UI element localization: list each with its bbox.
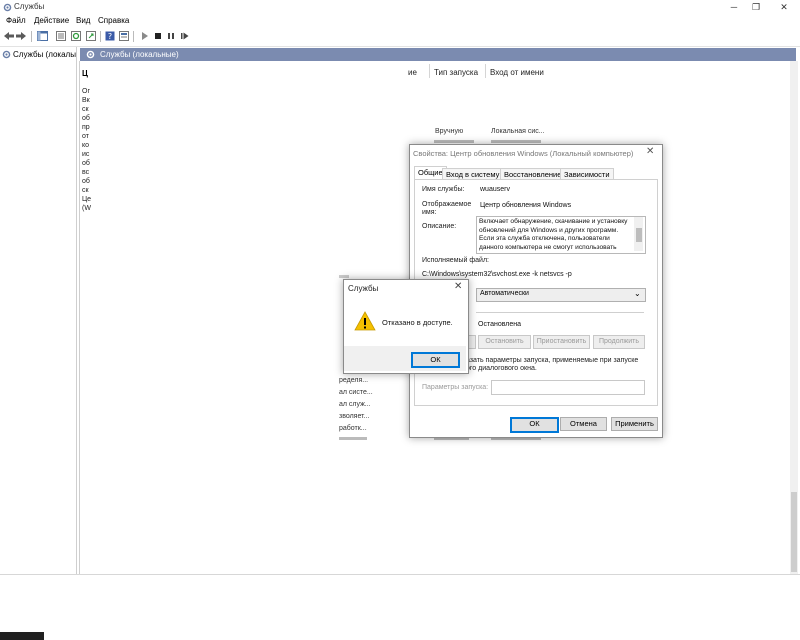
- properties-dialog-title: Свойства: Центр обновления Windows (Лока…: [413, 149, 634, 158]
- desc-fragment[interactable]: ал служ...: [339, 401, 371, 408]
- close-button[interactable]: ✕: [777, 1, 791, 13]
- desc-line: об: [82, 178, 90, 185]
- cancel-button[interactable]: Отмена: [560, 417, 607, 431]
- export-icon[interactable]: [85, 30, 97, 42]
- status-bar-divider: [0, 574, 800, 575]
- toolbar-separator: [31, 31, 32, 42]
- svg-text:?: ?: [108, 32, 112, 41]
- error-dialog-title: Службы: [348, 284, 379, 293]
- menu-help[interactable]: Справка: [98, 16, 129, 25]
- ok-button[interactable]: ОК: [510, 417, 559, 433]
- hidden-row-fragment: [491, 140, 541, 143]
- help-icon[interactable]: ?: [104, 30, 116, 42]
- description-scrollbar-thumb[interactable]: [636, 228, 642, 242]
- tree-item-label: Службы (локалы: [13, 49, 76, 59]
- desc-line: Вк: [82, 97, 90, 104]
- start-params-label: Параметры запуска:: [422, 384, 489, 391]
- tree-item-services-local[interactable]: Службы (локалы: [2, 48, 76, 60]
- display-name-label: имя:: [422, 209, 437, 216]
- back-arrow-icon[interactable]: [3, 30, 15, 42]
- error-ok-button[interactable]: ОК: [411, 352, 460, 368]
- error-close-button[interactable]: ✕: [454, 281, 462, 292]
- menu-view[interactable]: Вид: [76, 16, 90, 25]
- toolbar-separator: [100, 31, 101, 42]
- desc-fragment[interactable]: зволяет...: [339, 413, 369, 420]
- forward-arrow-icon[interactable]: [15, 30, 27, 42]
- maximize-button[interactable]: ❐: [749, 1, 763, 13]
- desc-line: Це: [82, 196, 92, 203]
- minimize-button[interactable]: ─: [727, 1, 741, 13]
- taskbar-fragment: [0, 632, 44, 640]
- desc-line: ск: [82, 187, 89, 194]
- toolbar-separator: [133, 31, 134, 42]
- description-text: Включает обнаружение, скачивание и устан…: [479, 218, 628, 251]
- column-header-description[interactable]: ие: [408, 68, 417, 77]
- menu-file[interactable]: Файл: [6, 16, 26, 25]
- services-gear-icon: [3, 3, 12, 12]
- warning-icon: [354, 311, 376, 331]
- description-label: Описание:: [422, 223, 457, 230]
- hidden-row-fragment: [339, 275, 349, 278]
- service-name-label: Имя службы:: [422, 186, 465, 193]
- menu-action[interactable]: Действие: [34, 16, 69, 25]
- desc-fragment[interactable]: работк...: [339, 425, 367, 432]
- column-header-startup-type[interactable]: Тип запуска: [434, 68, 478, 77]
- refresh-icon[interactable]: [70, 30, 82, 42]
- cell-startup-type[interactable]: Вручную: [435, 128, 463, 135]
- desc-fragment[interactable]: ределя...: [339, 377, 368, 384]
- desc-line: об: [82, 115, 90, 122]
- desc-line: (W: [82, 205, 91, 212]
- scrollbar-thumb[interactable]: [791, 492, 797, 572]
- divider: [476, 312, 644, 313]
- desc-line: Ог: [82, 88, 90, 95]
- desc-line: ск: [82, 106, 89, 113]
- chevron-down-icon: ⌄: [634, 289, 641, 298]
- error-message: Отказано в доступе.: [382, 318, 453, 327]
- start-params-hint: азать параметры запуска, применяемые при…: [466, 357, 639, 364]
- column-separator: [429, 64, 430, 78]
- start-params-hint: ого диалогового окна.: [466, 365, 537, 372]
- desc-line: пр: [82, 124, 90, 131]
- column-separator: [485, 64, 486, 78]
- hidden-row-fragment: [434, 140, 474, 143]
- desc-fragment[interactable]: ал систе...: [339, 389, 373, 396]
- panel-title: Службы (локальные): [100, 50, 179, 59]
- panel-header: [80, 48, 796, 61]
- service-status-value: Остановлена: [478, 321, 522, 328]
- services-gear-icon: [2, 50, 11, 58]
- display-name-value: Центр обновления Windows: [480, 202, 572, 209]
- start-params-input[interactable]: [491, 380, 645, 395]
- title-bar: [0, 0, 800, 14]
- display-name-label: Отображаемое: [422, 201, 472, 208]
- service-heading: Ц: [82, 69, 88, 78]
- stop-icon[interactable]: [152, 30, 164, 42]
- cell-logon-as[interactable]: Локальная сис...: [491, 128, 545, 135]
- list-icon[interactable]: [55, 30, 67, 42]
- pause-icon[interactable]: [165, 30, 177, 42]
- stop-service-button[interactable]: Остановить: [478, 335, 531, 349]
- hidden-row-fragment: [339, 437, 367, 440]
- show-tree-icon[interactable]: [36, 30, 48, 42]
- desc-line: вс: [82, 169, 90, 176]
- startup-type-value: Автоматически: [480, 290, 529, 297]
- console-tree: [0, 47, 77, 574]
- restart-icon[interactable]: [178, 30, 190, 42]
- service-name-value: wuauserv: [480, 186, 510, 193]
- services-gear-icon: [86, 50, 95, 59]
- desc-line: от: [82, 133, 89, 140]
- pause-service-button[interactable]: Приостановить: [533, 335, 590, 349]
- desc-line: ис: [82, 151, 90, 158]
- executable-path: C:\Windows\system32\svchost.exe -k netsv…: [422, 271, 572, 278]
- executable-label: Исполняемый файл:: [422, 257, 489, 264]
- properties-close-button[interactable]: ✕: [646, 146, 654, 157]
- desc-line: ко: [82, 142, 90, 149]
- apply-button[interactable]: Применить: [611, 417, 658, 431]
- resume-service-button[interactable]: Продолжить: [593, 335, 645, 349]
- window-title: Службы: [14, 2, 45, 11]
- desc-line: об: [82, 160, 90, 167]
- column-header-logon-as[interactable]: Вход от имени: [490, 68, 544, 77]
- start-icon[interactable]: [139, 30, 151, 42]
- properties-icon[interactable]: [118, 30, 130, 42]
